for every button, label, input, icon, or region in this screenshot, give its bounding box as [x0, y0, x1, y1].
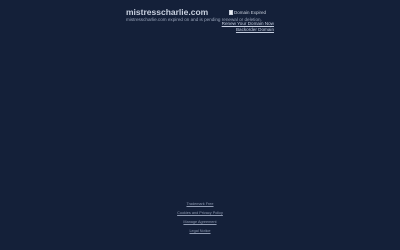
trademark-free-link[interactable]: Trademark Free — [0, 202, 400, 206]
backorder-domain-link[interactable]: Backorder Domain — [222, 27, 274, 33]
domain-actions: Renew Your Domain Now Backorder Domain — [222, 21, 274, 33]
cookies-privacy-link[interactable]: Cookies and Privacy Policy — [0, 211, 400, 215]
parked-domain-page: mistresscharlie.com mistresscharlie.com … — [0, 0, 400, 250]
broken-image-icon — [229, 10, 233, 15]
manage-agreement-link[interactable]: Manage Agreement — [0, 220, 400, 224]
legal-notice-link[interactable]: Legal Notice — [0, 229, 400, 233]
domain-expired-alt-text: Domain Expired — [234, 9, 267, 15]
footer-links: Trademark Free Cookies and Privacy Polic… — [0, 202, 400, 238]
domain-expired-image: Domain Expired — [229, 9, 266, 16]
